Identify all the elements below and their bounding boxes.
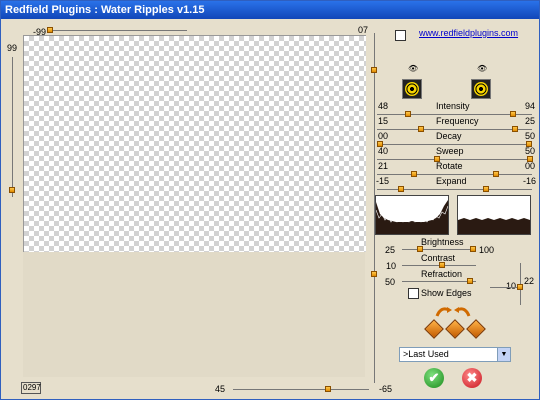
frequency-knob-left[interactable] bbox=[418, 126, 424, 132]
vertical-value: 22 bbox=[524, 276, 535, 286]
intensity-label: Intensity bbox=[436, 101, 470, 111]
sweep-track[interactable] bbox=[377, 159, 532, 160]
decay-track[interactable] bbox=[377, 144, 532, 145]
center-icon[interactable] bbox=[445, 319, 465, 339]
bottom-horizontal-slider-knob[interactable] bbox=[325, 386, 331, 392]
eye-icon[interactable]: 👁 bbox=[477, 64, 487, 73]
contrast-label: Contrast bbox=[421, 253, 456, 263]
brightness-knob-left[interactable] bbox=[417, 246, 423, 252]
ok-button[interactable]: ✔ bbox=[424, 368, 444, 388]
eye-icon[interactable]: 👁 bbox=[408, 64, 418, 73]
show-edges-checkbox[interactable] bbox=[408, 288, 419, 299]
decay-right-value: 50 bbox=[525, 131, 536, 141]
intensity-left-value: 48 bbox=[378, 101, 389, 111]
show-edges-label: Show Edges bbox=[421, 288, 472, 298]
top-horizontal-slider-track[interactable] bbox=[47, 30, 187, 31]
plugin-window: Redfield Plugins : Water Ripples v1.15 -… bbox=[0, 0, 540, 400]
rotate-label: Rotate bbox=[436, 161, 463, 171]
expand-left-value: -15 bbox=[376, 176, 390, 186]
intensity-track[interactable] bbox=[377, 114, 532, 115]
refraction-knob[interactable] bbox=[467, 278, 473, 284]
left-vertical-slider-knob[interactable] bbox=[9, 187, 15, 193]
intensity-knob-left[interactable] bbox=[405, 111, 411, 117]
frequency-left-value: 15 bbox=[378, 116, 389, 126]
rotate-right-value: 00 bbox=[525, 161, 536, 171]
wave-preview-left bbox=[375, 195, 449, 235]
rotate-knob-right[interactable] bbox=[493, 171, 499, 177]
expand-knob-right[interactable] bbox=[483, 186, 489, 192]
preset-dropdown[interactable]: >Last Used ▼ bbox=[399, 347, 511, 362]
decay-left-value: 00 bbox=[378, 131, 389, 141]
cancel-button[interactable]: ✖ bbox=[462, 368, 482, 388]
right-vertical-slider-knob-top[interactable] bbox=[371, 67, 377, 73]
top-right-value: 07 bbox=[358, 25, 369, 35]
sweep-label: Sweep bbox=[436, 146, 464, 156]
preview-canvas[interactable] bbox=[23, 35, 366, 252]
expand-right-value: -16 bbox=[523, 176, 537, 186]
brightness-right-value: 100 bbox=[479, 245, 495, 255]
left-vertical-slider-track[interactable] bbox=[12, 57, 13, 197]
zoom-value: 0297 bbox=[23, 383, 41, 392]
top-horizontal-slider-knob[interactable] bbox=[47, 27, 53, 33]
intensity-knob-right[interactable] bbox=[510, 111, 516, 117]
preset-selected: >Last Used bbox=[403, 349, 449, 359]
right-small-horizontal-track[interactable] bbox=[490, 287, 520, 288]
move-right-icon[interactable] bbox=[466, 319, 486, 339]
speaker-icon[interactable] bbox=[471, 79, 491, 99]
refraction-track[interactable] bbox=[402, 281, 476, 282]
bottom-center-value: 45 bbox=[215, 384, 226, 394]
sweep-left-value: 40 bbox=[378, 146, 389, 156]
contrast-knob[interactable] bbox=[439, 262, 445, 268]
brightness-left-value: 25 bbox=[385, 245, 396, 255]
frequency-track[interactable] bbox=[377, 129, 532, 130]
zoom-box: 0297 bbox=[21, 382, 41, 394]
expand-knob-left[interactable] bbox=[398, 186, 404, 192]
rotate-arrows-icon[interactable] bbox=[433, 304, 473, 318]
preview-background bbox=[23, 252, 365, 377]
window-title: Redfield Plugins : Water Ripples v1.15 bbox=[5, 4, 205, 16]
redfield-link[interactable]: www.redfieldplugins.com bbox=[419, 28, 518, 38]
move-left-icon[interactable] bbox=[424, 319, 444, 339]
right-vertical-slider-knob-bottom[interactable] bbox=[371, 271, 377, 277]
wave-preview-right bbox=[457, 195, 531, 235]
small-value: 10 bbox=[506, 281, 517, 291]
title-bar: Redfield Plugins : Water Ripples v1.15 bbox=[1, 1, 539, 19]
frequency-right-value: 25 bbox=[525, 116, 536, 126]
frequency-label: Frequency bbox=[436, 116, 479, 126]
contrast-value: 10 bbox=[386, 261, 397, 271]
cancel-icon: ✖ bbox=[466, 370, 478, 385]
left-value: 99 bbox=[7, 43, 18, 53]
speaker-icon[interactable] bbox=[402, 79, 422, 99]
brightness-label: Brightness bbox=[421, 237, 464, 247]
decay-label: Decay bbox=[436, 131, 462, 141]
brightness-track[interactable] bbox=[402, 249, 476, 250]
top-checkbox[interactable] bbox=[395, 30, 406, 41]
bottom-horizontal-slider-track[interactable] bbox=[233, 389, 369, 390]
brightness-knob-right[interactable] bbox=[470, 246, 476, 252]
expand-label: Expand bbox=[436, 176, 467, 186]
refraction-label: Refraction bbox=[421, 269, 463, 279]
frequency-knob-right[interactable] bbox=[512, 126, 518, 132]
check-icon: ✔ bbox=[428, 370, 440, 385]
right-small-knob[interactable] bbox=[517, 284, 523, 290]
rotate-left-value: 21 bbox=[378, 161, 389, 171]
rotate-track[interactable] bbox=[377, 174, 532, 175]
sweep-right-value: 50 bbox=[525, 146, 536, 156]
rotate-knob-left[interactable] bbox=[411, 171, 417, 177]
intensity-right-value: 94 bbox=[525, 101, 536, 111]
chevron-down-icon[interactable]: ▼ bbox=[497, 348, 510, 361]
bottom-right-value: -65 bbox=[379, 384, 393, 394]
refraction-value: 50 bbox=[385, 277, 396, 287]
